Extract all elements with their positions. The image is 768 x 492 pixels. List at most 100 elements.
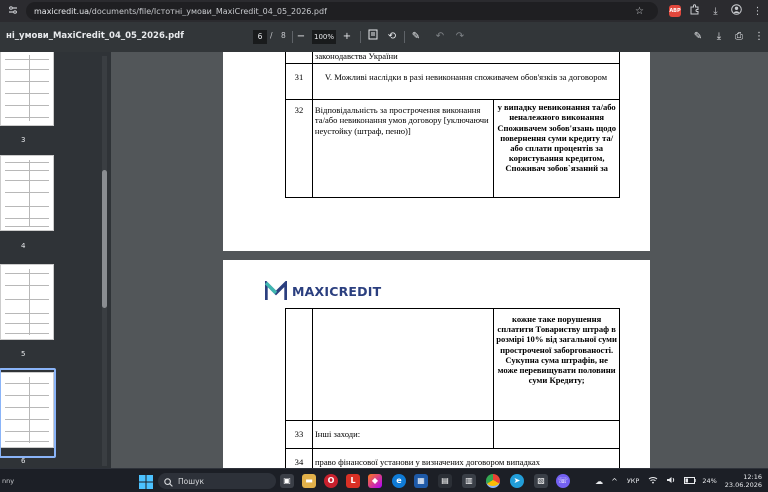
fit-page-icon[interactable] <box>365 29 381 45</box>
table-row: кожне таке порушення сплатити Товариству… <box>285 308 620 421</box>
maxicredit-logo: MAXICREDIT <box>265 280 381 302</box>
current-page-input[interactable]: 6 <box>253 30 267 44</box>
table-cell: право фінансової установи у визначених д… <box>311 448 621 468</box>
page-thumbnail[interactable] <box>0 52 54 126</box>
table-row: 32 Відповідальність за прострочення вико… <box>285 99 620 199</box>
battery-percent: 24% <box>702 477 717 485</box>
clock-time: 12:16 <box>743 473 762 481</box>
table-row: 33 Інші заходи: <box>285 420 620 449</box>
row-number-cell: 32 <box>285 99 313 199</box>
toolbar-divider <box>360 31 361 43</box>
row-number-cell <box>285 308 313 421</box>
download-icon[interactable]: ⤓ <box>708 4 723 19</box>
volume-icon[interactable] <box>666 476 676 486</box>
cloud-icon[interactable]: ☁ <box>595 477 603 486</box>
pdf-toolbar: ні_умови_MaxiCredit_04_05_2026.pdf 6 / 8… <box>0 22 768 52</box>
windows-taskbar: nny Пошук ▣ ▬ O L ◆ e ▦ ▤ ▥ ➤ ▧ ☏ ☁ ^ УК… <box>0 468 768 492</box>
table-cell: законодавства України <box>311 52 621 65</box>
opera-browser-icon[interactable]: O <box>324 474 338 488</box>
copilot-icon[interactable]: ◆ <box>368 474 382 488</box>
edge-browser-icon[interactable]: e <box>392 474 406 488</box>
terms-table: законодавства України 31 V. Можливі насл… <box>285 52 621 199</box>
page-separator: / <box>270 31 273 40</box>
table-cell: кожне таке порушення сплатити Товариству… <box>493 308 620 421</box>
row-number-cell: 34 <box>285 448 313 468</box>
viber-icon[interactable]: ☏ <box>556 474 570 488</box>
browser-address-bar: maxicredit.ua/documents/file/Істотні_умо… <box>0 0 768 22</box>
zoom-in-icon[interactable]: + <box>339 29 355 45</box>
print-icon[interactable]: ⎙ <box>731 29 747 45</box>
row-number-cell: 31 <box>285 63 313 101</box>
page-thumbnail[interactable] <box>0 155 54 231</box>
bookmark-star-icon[interactable]: ☆ <box>632 4 647 19</box>
table-cell: у випадку невиконання та/або неналежного… <box>493 99 620 199</box>
search-icon <box>164 472 173 491</box>
windows-start-icon[interactable] <box>139 474 153 489</box>
row-number-cell <box>285 52 313 65</box>
taskbar-app-icon-2[interactable]: ▧ <box>534 474 548 488</box>
maxicredit-logo-icon <box>265 281 287 300</box>
selected-thumbnail-outline <box>0 368 56 458</box>
browser-menu-icon[interactable]: ⋮ <box>750 4 765 19</box>
undo-icon[interactable]: ↶ <box>432 29 448 45</box>
url-text: maxicredit.ua/documents/file/Істотні_умо… <box>34 7 629 16</box>
sidebar-scrollbar-thumb[interactable] <box>102 170 107 308</box>
show-hidden-icons-chevron-icon[interactable]: ^ <box>611 477 618 486</box>
pdf-document-area[interactable]: законодавства України 31 V. Можливі насл… <box>111 52 768 468</box>
zoom-level-input[interactable]: 100% <box>312 30 336 44</box>
taskbar-app-icon[interactable]: ▥ <box>462 474 476 488</box>
file-explorer-icon[interactable]: ▬ <box>302 474 316 488</box>
pdf-file-title: ні_умови_MaxiCredit_04_05_2026.pdf <box>6 31 184 41</box>
telegram-icon[interactable]: ➤ <box>510 474 524 488</box>
thumbnail-page-number: 3 <box>21 136 26 144</box>
row-number-cell: 33 <box>285 420 313 449</box>
taskbar-search-box[interactable]: Пошук <box>158 473 276 489</box>
redo-icon[interactable]: ↷ <box>452 29 468 45</box>
section-heading-cell: V. Можливі наслідки в разі невиконання с… <box>311 63 621 101</box>
site-info-icon[interactable] <box>6 4 20 18</box>
wifi-icon[interactable] <box>648 476 658 486</box>
chrome-browser-icon[interactable] <box>486 474 500 488</box>
logo-text: MAXICREDIT <box>292 283 382 299</box>
system-clock[interactable]: 12:16 23.06.2026 <box>725 473 762 489</box>
page-thumbnail[interactable] <box>0 264 54 340</box>
table-cell: Відповідальність за прострочення виконан… <box>311 99 495 199</box>
zoom-out-icon[interactable]: − <box>293 29 309 45</box>
edit-icon[interactable]: ✎ <box>690 29 706 45</box>
rotate-icon[interactable]: ⟲ <box>384 29 400 45</box>
app-l-icon[interactable]: L <box>346 474 360 488</box>
system-tray: ☁ ^ УКР 24% 12:16 23.06.2026 <box>591 469 768 492</box>
pdf-page-6: MAXICREDIT кожне таке порушення сплатити… <box>223 260 650 468</box>
widgets-icon[interactable]: ▤ <box>438 474 452 488</box>
input-language[interactable]: УКР <box>627 477 640 485</box>
table-row: 34 право фінансової установи у визначени… <box>285 448 621 468</box>
battery-icon[interactable] <box>684 476 697 486</box>
search-placeholder: Пошук <box>178 476 205 486</box>
url-field[interactable]: maxicredit.ua/documents/file/Істотні_умо… <box>26 2 658 20</box>
table-cell: Інші заходи: <box>311 420 495 449</box>
extensions-puzzle-icon[interactable] <box>687 3 702 19</box>
table-cell <box>311 308 495 421</box>
pdf-thumbnail-sidebar: 3 4 5 6 <box>0 52 111 468</box>
total-pages: 8 <box>281 31 286 40</box>
pdf-page-5: законодавства України 31 V. Можливі насл… <box>223 52 650 251</box>
thumbnail-page-number: 5 <box>21 350 26 358</box>
annotate-pen-icon[interactable]: ✎ <box>408 29 424 45</box>
more-options-icon[interactable]: ⋮ <box>751 29 767 45</box>
profile-icon[interactable] <box>729 3 744 19</box>
url-host: maxicredit.ua <box>34 6 90 16</box>
taskbar-widget-text[interactable]: nny <box>2 477 14 485</box>
table-cell <box>493 420 620 449</box>
url-path: /documents/file/Істотні_умови_MaxiCredit… <box>89 6 327 16</box>
terms-table: кожне таке порушення сплатити Товариству… <box>285 308 621 468</box>
thumbnail-page-number: 4 <box>21 242 26 250</box>
toolbar-divider <box>404 31 405 43</box>
clock-date: 23.06.2026 <box>724 481 762 489</box>
task-view-icon[interactable]: ▣ <box>280 474 294 488</box>
adblock-extension-icon[interactable]: ABP <box>669 5 681 17</box>
thumbnail-page-number: 6 <box>21 457 26 465</box>
store-icon[interactable]: ▦ <box>414 474 428 488</box>
table-row: законодавства України <box>285 52 621 65</box>
table-row: 31 V. Можливі наслідки в разі невиконанн… <box>285 63 621 101</box>
download-pdf-icon[interactable]: ⤓ <box>711 29 727 45</box>
